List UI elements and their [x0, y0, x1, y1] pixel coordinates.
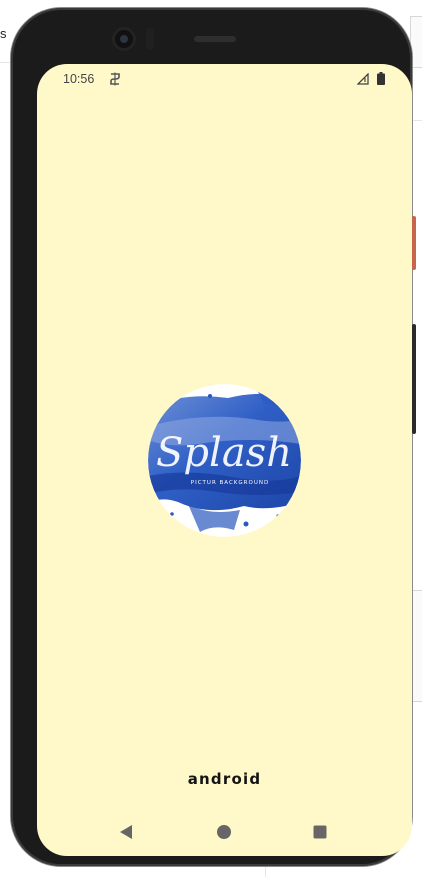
- notification-icon: [110, 72, 120, 86]
- splash-logo-text: Splash: [156, 430, 292, 476]
- back-icon[interactable]: [118, 824, 134, 840]
- proximity-sensor: [146, 28, 154, 50]
- status-bar: 10:56: [37, 64, 412, 94]
- background-divider: [265, 866, 266, 877]
- android-brand-wordmark: android: [187, 770, 262, 788]
- navigation-bar: [37, 814, 412, 850]
- status-time: 10:56: [63, 72, 95, 86]
- power-button[interactable]: [412, 216, 416, 270]
- background-window-text: s: [0, 26, 7, 41]
- phone-frame: 10:56 Splash PICTUR BACKGROUND android: [11, 8, 416, 866]
- signal-icon: [357, 73, 369, 85]
- battery-icon: [377, 72, 385, 85]
- splash-logo: Splash PICTUR BACKGROUND: [148, 384, 301, 537]
- recents-icon[interactable]: [312, 824, 328, 840]
- home-icon[interactable]: [216, 824, 232, 840]
- earpiece-speaker: [194, 36, 236, 42]
- splash-watercolor-art: Splash PICTUR BACKGROUND: [148, 384, 301, 537]
- splash-logo-subtext: PICTUR BACKGROUND: [191, 480, 269, 486]
- front-camera: [115, 30, 133, 48]
- volume-button[interactable]: [412, 324, 416, 434]
- device-screen: 10:56 Splash PICTUR BACKGROUND android: [37, 64, 412, 856]
- background-divider: [0, 62, 11, 63]
